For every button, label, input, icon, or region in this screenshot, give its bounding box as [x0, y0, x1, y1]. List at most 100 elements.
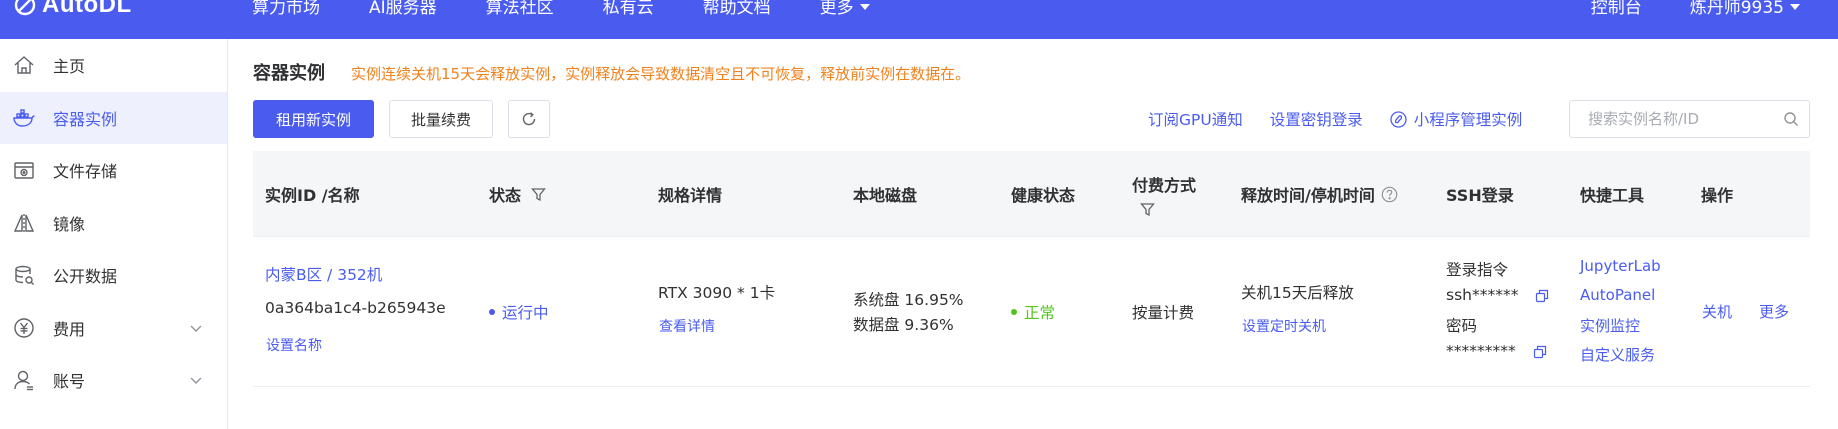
- set-key-login-link[interactable]: 设置密钥登录: [1270, 108, 1363, 130]
- nav-item-private-cloud[interactable]: 私有云: [603, 0, 654, 18]
- header-actions: 操作: [1701, 151, 1733, 237]
- database-icon: [13, 264, 35, 286]
- batch-renew-button[interactable]: 批量续费: [389, 100, 493, 138]
- brand-name: AutoDL: [42, 0, 132, 18]
- caret-down-icon: [859, 3, 870, 10]
- filter-icon[interactable]: [1140, 202, 1155, 217]
- user-menu[interactable]: 炼丹师9935: [1690, 0, 1800, 18]
- header-label: 状态: [489, 186, 522, 205]
- refresh-button[interactable]: [508, 100, 550, 138]
- sidebar-item-label: 主页: [53, 57, 86, 77]
- sidebar-item-label: 账号: [53, 372, 86, 392]
- sidebar-item-images[interactable]: 镜像: [0, 197, 227, 250]
- instance-search[interactable]: [1569, 100, 1810, 138]
- header-billing: 付费方式: [1132, 151, 1196, 237]
- top-right-menu: 控制台 炼丹师9935: [1591, 0, 1800, 18]
- header-release: 释放时间/停机时间: [1241, 151, 1398, 237]
- top-navbar: AutoDL 算力市场 AI服务器 算法社区 私有云 帮助文档 更多 控制台 炼…: [0, 0, 1838, 39]
- main-nav: 算力市场 AI服务器 算法社区 私有云 帮助文档 更多: [252, 0, 919, 18]
- nav-item-more[interactable]: 更多: [820, 0, 870, 18]
- ssh-command-label: 登录指令: [1446, 261, 1509, 279]
- header-spec: 规格详情: [658, 151, 722, 237]
- status-dot: [489, 309, 495, 315]
- username: 炼丹师9935: [1689, 0, 1784, 18]
- set-name-link[interactable]: 设置名称: [266, 335, 322, 355]
- caret-down-icon: [1790, 3, 1800, 10]
- view-details-link[interactable]: 查看详情: [659, 316, 715, 336]
- sidebar-item-home[interactable]: 主页: [0, 39, 227, 92]
- mini-program-icon: [1390, 110, 1407, 128]
- billing-type: 按量计费: [1132, 304, 1195, 322]
- header-label: 健康状态: [1011, 186, 1076, 205]
- search-input[interactable]: [1588, 110, 1783, 128]
- docker-icon: [13, 107, 35, 129]
- header-label: 付费方式: [1132, 175, 1197, 195]
- gpu-spec: RTX 3090 * 1卡: [658, 284, 776, 302]
- health-label: 正常: [1024, 304, 1056, 322]
- tool-custom-service[interactable]: 自定义服务: [1580, 344, 1655, 365]
- release-policy: 关机15天后释放: [1241, 284, 1354, 302]
- storage-icon: [13, 159, 35, 181]
- mini-program-label: 小程序管理实例: [1413, 111, 1523, 129]
- header-label: SSH登录: [1446, 186, 1514, 205]
- sidebar-item-public-data[interactable]: 公开数据: [0, 249, 227, 302]
- password-text: *********: [1446, 342, 1516, 360]
- home-icon: [13, 54, 35, 76]
- instance-region-link[interactable]: 内蒙B区 / 352机: [265, 263, 382, 285]
- search-icon[interactable]: [1783, 111, 1799, 127]
- nav-item-help[interactable]: 帮助文档: [703, 0, 771, 18]
- sidebar-item-account[interactable]: 账号: [0, 354, 227, 407]
- sidebar-item-billing[interactable]: 费用: [0, 302, 227, 355]
- filter-icon[interactable]: [531, 187, 546, 202]
- toolbar-links: 订阅GPU通知 设置密钥登录 小程序管理实例: [1148, 100, 1549, 138]
- logo-icon: [14, 0, 36, 16]
- shutdown-button[interactable]: 关机: [1702, 301, 1732, 322]
- sidebar-item-instances[interactable]: 容器实例: [0, 91, 227, 144]
- brand-logo[interactable]: AutoDL: [14, 0, 132, 18]
- more-actions-button[interactable]: 更多: [1759, 301, 1789, 322]
- password-field: *********: [1446, 342, 1547, 360]
- sidebar-item-storage[interactable]: 文件存储: [0, 144, 227, 197]
- status-running: 运行中: [489, 301, 549, 323]
- tool-autopanel[interactable]: AutoPanel: [1580, 286, 1655, 304]
- disk-system: 系统盘 16.95%: [853, 291, 964, 309]
- status-label: 运行中: [502, 304, 549, 322]
- currency-icon: [13, 317, 35, 339]
- user-icon: [13, 369, 35, 391]
- copy-icon[interactable]: [1535, 289, 1549, 303]
- chevron-down-icon: [190, 377, 202, 385]
- header-status: 状态: [489, 151, 546, 237]
- instance-table: 实例ID /名称 状态 规格详情 本地磁盘 健康状态 付费方式 释放时间/停机时…: [253, 151, 1810, 387]
- image-icon: [13, 212, 35, 234]
- nav-item-ai-server[interactable]: AI服务器: [369, 0, 437, 18]
- tool-monitor[interactable]: 实例监控: [1580, 315, 1640, 336]
- table-header: 实例ID /名称 状态 规格详情 本地磁盘 健康状态 付费方式 释放时间/停机时…: [253, 151, 1810, 237]
- refresh-icon: [522, 112, 536, 126]
- mini-program-link[interactable]: 小程序管理实例: [1390, 108, 1523, 130]
- header-label: 实例ID /名称: [265, 186, 360, 205]
- nav-item-market[interactable]: 算力市场: [252, 0, 320, 18]
- toolbar: 租用新实例 批量续费 订阅GPU通知 设置密钥登录 小程序管理实例: [253, 100, 1810, 140]
- password-label: 密码: [1446, 317, 1478, 335]
- copy-icon[interactable]: [1533, 345, 1547, 359]
- rent-new-instance-button[interactable]: 租用新实例: [253, 100, 374, 138]
- header-label: 释放时间/停机时间: [1241, 186, 1375, 205]
- header-label: 快捷工具: [1580, 186, 1645, 205]
- health-status: 正常: [1011, 301, 1055, 323]
- set-shutdown-link[interactable]: 设置定时关机: [1242, 316, 1326, 336]
- sidebar-item-label: 公开数据: [53, 267, 118, 287]
- title-row: 容器实例 实例连续关机15天会释放实例，实例释放会导致数据清空且不可恢复，释放前…: [253, 59, 970, 85]
- instance-id: 0a364ba1c4-b265943e: [265, 299, 446, 317]
- header-tools: 快捷工具: [1580, 151, 1644, 237]
- table-row: 内蒙B区 / 352机 0a364ba1c4-b265943e 设置名称 运行中…: [253, 237, 1810, 387]
- header-health: 健康状态: [1011, 151, 1075, 237]
- subscribe-gpu-link[interactable]: 订阅GPU通知: [1148, 108, 1243, 130]
- console-link[interactable]: 控制台: [1591, 0, 1642, 18]
- disk-data: 数据盘 9.36%: [853, 316, 954, 334]
- sidebar-item-label: 容器实例: [53, 109, 118, 129]
- header-ssh: SSH登录: [1446, 151, 1514, 237]
- region-text: 内蒙B区 / 352机: [265, 266, 383, 284]
- tool-jupyterlab[interactable]: JupyterLab: [1580, 257, 1661, 275]
- help-icon[interactable]: [1381, 186, 1398, 203]
- nav-item-community[interactable]: 算法社区: [486, 0, 554, 18]
